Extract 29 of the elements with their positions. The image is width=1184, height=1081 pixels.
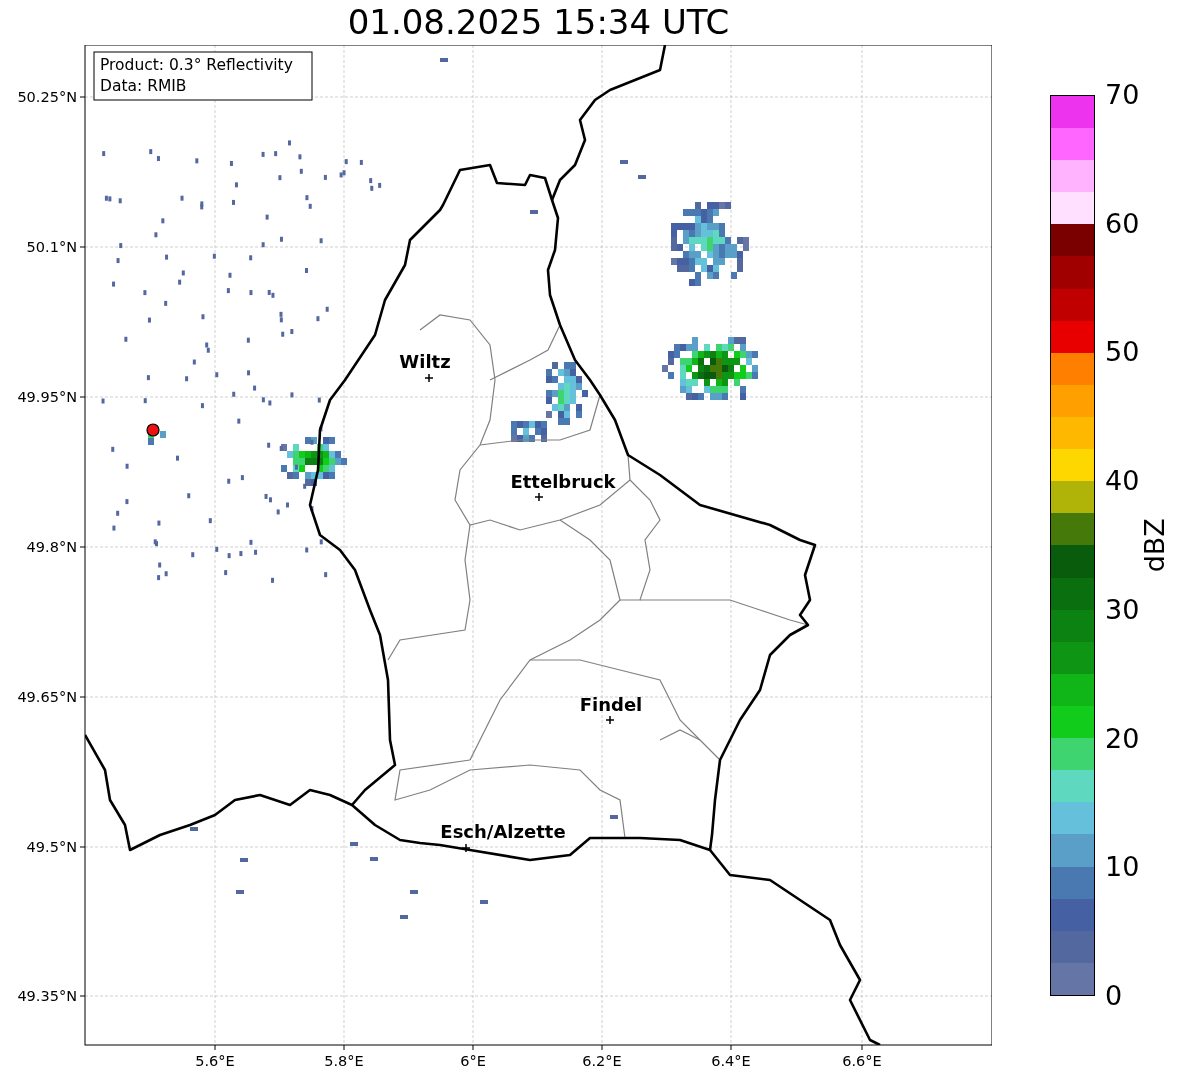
colorbar-tick-label: 20	[1105, 723, 1140, 754]
colorbar-tick-label: 30	[1105, 594, 1140, 625]
axis-tick-label: 6.6°E	[842, 1053, 882, 1069]
axis-tick-label: 49.5°N	[26, 839, 77, 855]
colorbar-tick-label: 60	[1105, 208, 1140, 239]
colorbar-tick-label: 70	[1105, 80, 1140, 110]
axis-tick-label: 6°E	[460, 1053, 486, 1069]
colorbar-label: dBZ	[1137, 518, 1171, 573]
colorbar-tick-label: 50	[1105, 337, 1140, 368]
colorbar-tick-label: 10	[1105, 852, 1140, 883]
info-text: Product: 0.3° Reflectivity	[100, 56, 293, 74]
axis-tick-label: 6.2°E	[582, 1053, 622, 1069]
city-label: Wiltz	[399, 351, 451, 372]
axis-tick-label: 49.65°N	[17, 689, 77, 705]
axis-tick-label: 50.1°N	[26, 239, 77, 255]
colorbar-tick-label: 40	[1105, 466, 1140, 497]
info-text: Data: RMIB	[100, 77, 187, 95]
axis-tick-label: 5.6°E	[195, 1053, 235, 1069]
axis-tick-label: 49.35°N	[17, 988, 77, 1004]
chart-title: 01.08.2025 15:34 UTC	[347, 1, 730, 44]
axis-tick-label: 6.4°E	[711, 1053, 751, 1069]
axis-tick-label: 49.95°N	[17, 389, 77, 405]
colorbar-tick-label: 0	[1105, 981, 1123, 1011]
city-label: Ettelbruck	[510, 471, 616, 492]
axis-tick-label: 50.25°N	[17, 89, 77, 105]
city-label: Findel	[579, 694, 643, 715]
city-label: Esch/Alzette	[440, 821, 566, 842]
axis-tick-label: 5.8°E	[324, 1053, 364, 1069]
axis-tick-label: 49.8°N	[26, 539, 77, 555]
